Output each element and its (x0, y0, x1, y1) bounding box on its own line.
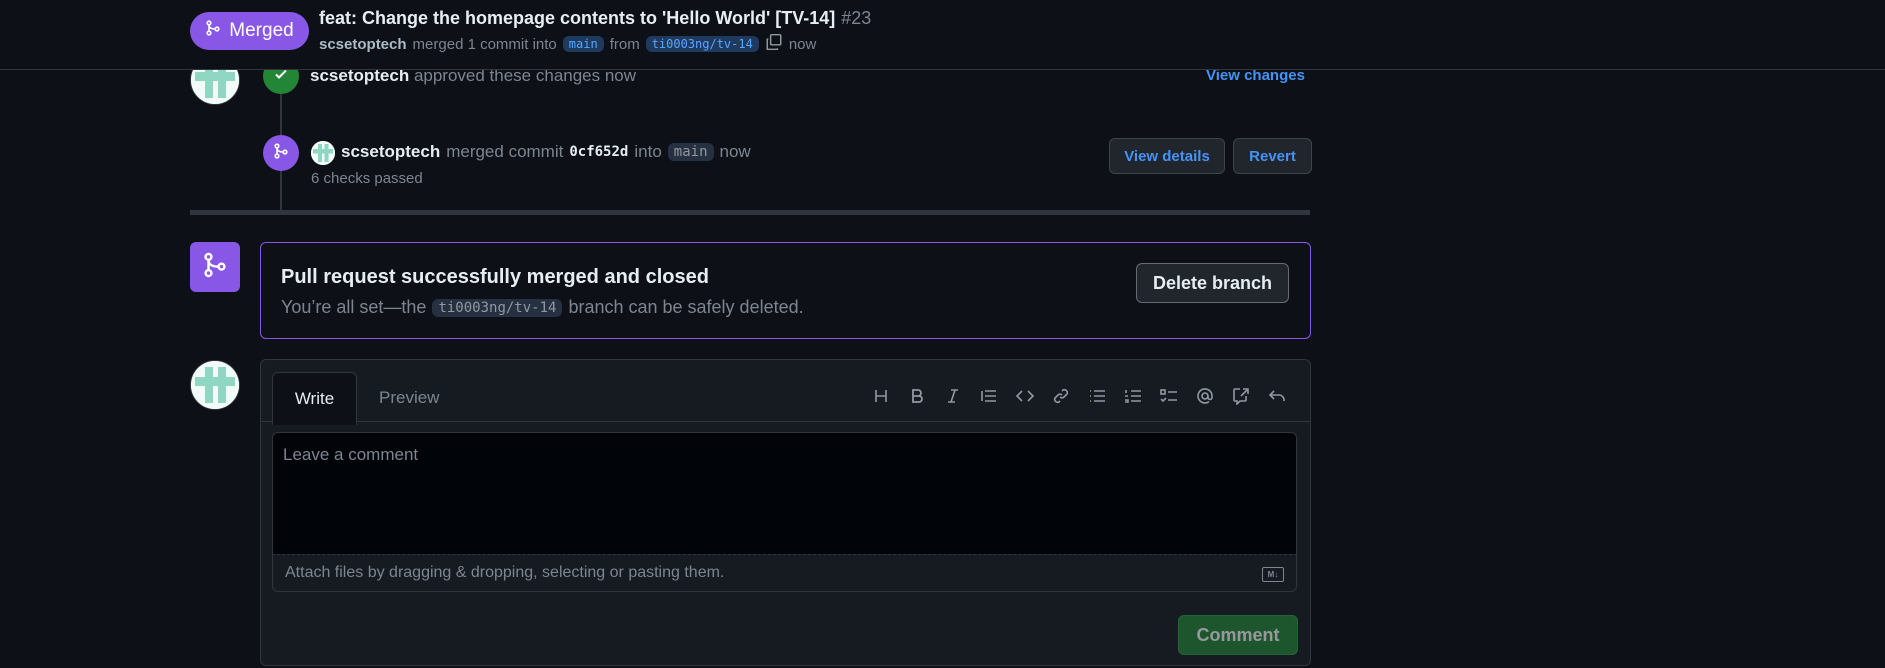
merge-target-branch[interactable]: main (667, 143, 714, 161)
markdown-toolbar (867, 382, 1290, 409)
merge-status-title: Pull request successfully merged and clo… (281, 266, 709, 288)
delete-branch-button[interactable]: Delete branch (1136, 263, 1289, 303)
git-merge-icon (202, 252, 228, 283)
merged-state-icon (190, 242, 240, 292)
tab-write[interactable]: Write (272, 372, 357, 425)
copy-branch-icon[interactable] (765, 33, 783, 55)
git-merge-icon (273, 142, 289, 164)
bold-icon[interactable] (903, 382, 930, 409)
base-branch-chip[interactable]: main (562, 36, 604, 52)
git-merge-icon (205, 20, 221, 42)
merged-status-badge: Merged (190, 12, 309, 50)
markdown-supported-icon[interactable]: M↓ (1262, 567, 1284, 582)
pr-merged-text: merged 1 commit into (412, 35, 557, 53)
merge-event-text: scsetoptech merged commit 0cf652d into m… (341, 142, 751, 162)
merge-event-message: merged commit (446, 142, 564, 161)
pr-number: #23 (841, 8, 872, 28)
unordered-list-icon[interactable] (1083, 382, 1110, 409)
current-user-avatar[interactable] (190, 360, 240, 410)
pr-from-text: from (609, 35, 640, 53)
comment-textarea[interactable]: Leave a comment (272, 432, 1297, 554)
merge-desc-prefix: You’re all set—the (281, 297, 427, 317)
ordered-list-icon[interactable] (1119, 382, 1146, 409)
comment-submit-button[interactable]: Comment (1178, 615, 1298, 655)
cross-reference-icon[interactable] (1227, 382, 1254, 409)
attach-files-text: Attach files by dragging & dropping, sel… (285, 564, 725, 581)
commit-sha-link[interactable]: 0cf652d (569, 144, 628, 160)
attach-files-bar[interactable]: Attach files by dragging & dropping, sel… (272, 554, 1297, 592)
link-icon[interactable] (1047, 382, 1074, 409)
comment-composer: Write Preview Leave a comment Attach fil… (260, 359, 1311, 666)
pr-time: now (788, 35, 817, 53)
task-list-icon[interactable] (1155, 382, 1182, 409)
head-branch-chip[interactable]: ti0003ng/tv-14 (645, 36, 759, 52)
reply-icon[interactable] (1263, 382, 1290, 409)
timeline-separator (190, 210, 1310, 215)
merge-status-box: Pull request successfully merged and clo… (260, 242, 1311, 339)
merge-status-description: You’re all set—the ti0003ng/tv-14 branch… (281, 297, 804, 318)
merge-user-link[interactable]: scsetoptech (341, 142, 440, 162)
merge-into-text: into (634, 142, 662, 161)
code-icon[interactable] (1011, 382, 1038, 409)
sticky-pr-header: Merged feat: Change the homepage content… (0, 0, 1885, 70)
pr-title: feat: Change the homepage contents to 'H… (319, 8, 871, 29)
mention-icon[interactable] (1191, 382, 1218, 409)
checks-status-text[interactable]: 6 checks passed (311, 170, 423, 187)
quote-icon[interactable] (975, 382, 1002, 409)
merge-desc-suffix: branch can be safely deleted. (568, 297, 804, 317)
heading-icon[interactable] (867, 382, 894, 409)
pr-title-text: feat: Change the homepage contents to 'H… (319, 8, 836, 28)
deletable-branch-chip[interactable]: ti0003ng/tv-14 (432, 298, 563, 317)
merge-event-time: now (719, 142, 751, 161)
pr-author-link[interactable]: scsetoptech (319, 36, 407, 53)
pr-meta: scsetoptech merged 1 commit into main fr… (319, 33, 816, 55)
merged-status-label: Merged (229, 20, 294, 41)
revert-button[interactable]: Revert (1233, 138, 1312, 174)
italic-icon[interactable] (939, 382, 966, 409)
merge-user-avatar[interactable] (311, 141, 335, 165)
view-details-button[interactable]: View details (1109, 138, 1225, 174)
tab-preview[interactable]: Preview (379, 372, 439, 424)
merge-event-badge (263, 135, 299, 171)
